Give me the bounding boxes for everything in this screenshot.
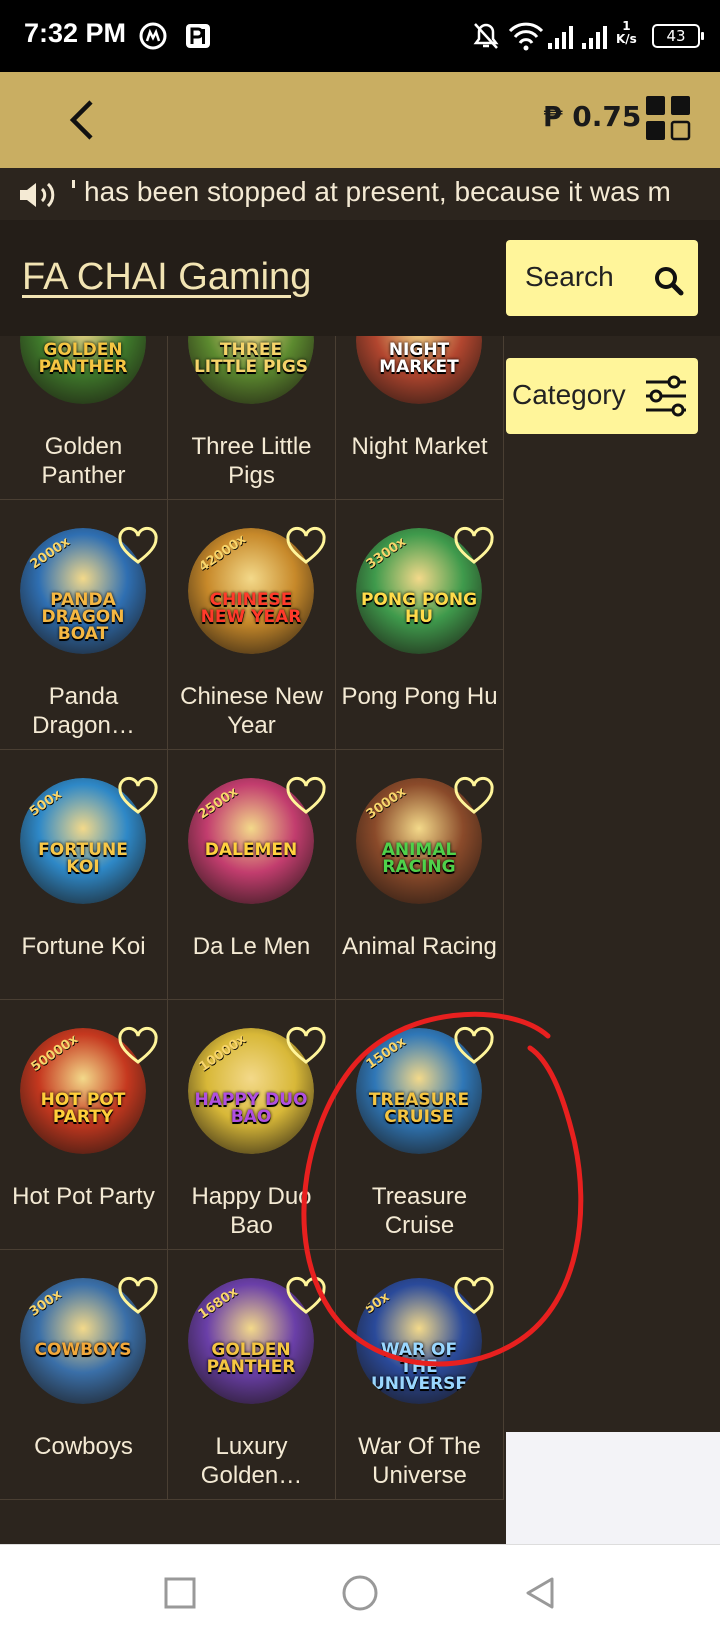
game-logo-text: NIGHT MARKET (379, 340, 459, 377)
game-title: Three Little Pigs (191, 433, 312, 489)
speed-unit: K/s (616, 32, 637, 46)
game-grid: 88x GOLDEN PANTHER Golden Panther 1000x … (0, 336, 506, 1544)
menu-grid-button[interactable] (644, 94, 692, 142)
right-panel (506, 336, 720, 1432)
wallet-balance: ₱ 0.75 (543, 100, 642, 133)
blank-area (506, 1432, 720, 1544)
game-logo-text: PONG PONG HU (360, 590, 478, 627)
game-title: Animal Racing (342, 933, 497, 960)
game-tile[interactable]: 300x COWBOYS Cowboys (0, 1250, 168, 1500)
game-logo-text: PANDA DRAGON BOAT (41, 590, 125, 644)
heart-icon[interactable] (284, 1026, 328, 1066)
game-title: Night Market (351, 433, 488, 460)
game-logo-text: COWBOYS (34, 1340, 132, 1360)
search-icon (654, 266, 684, 301)
game-logo-text: HOT POT PARTY (40, 1090, 126, 1127)
game-title: Hot Pot Party (12, 1183, 155, 1210)
game-title: Golden Panther (41, 433, 126, 489)
status-time: 7:32 PM (24, 18, 127, 48)
back-button[interactable] (54, 92, 110, 148)
game-title: Da Le Men (192, 933, 311, 960)
game-logo-text: GOLDEN PANTHER (38, 340, 128, 377)
game-tile[interactable]: 3000x ANIMAL RACING Animal Racing (336, 750, 504, 1000)
game-tile[interactable]: 50000x HOT POT PARTY Hot Pot Party (0, 1000, 168, 1250)
game-title: War Of The Universe (358, 1433, 481, 1489)
game-tile[interactable]: 42000x CHINESE NEW YEAR Chinese New Year (168, 500, 336, 750)
top-bar: ₱ 0.75 (0, 72, 720, 168)
game-title: Chinese New Year (180, 683, 323, 739)
home-button[interactable] (338, 1571, 382, 1615)
announcement-marquee: has been stopped at present, because it … (0, 168, 720, 220)
game-logo-text: CHINESE NEW YEAR (200, 590, 302, 627)
game-logo-text: WAR OF THE UNIVERSE (370, 1340, 468, 1394)
game-thumbnail[interactable]: 88x GOLDEN PANTHER (20, 336, 146, 404)
chevron-left-icon (69, 100, 93, 140)
game-tile[interactable]: 2000x PANDA DRAGON BOAT Panda Dragon… (0, 500, 168, 750)
game-title: Pong Pong Hu (341, 683, 498, 710)
battery-indicator: 43 (652, 24, 704, 48)
heart-icon[interactable] (284, 776, 328, 816)
system-nav-bar (0, 1544, 720, 1640)
game-tile[interactable]: 500x FORTUNE KOI Fortune Koi (0, 750, 168, 1000)
heart-icon[interactable] (284, 1276, 328, 1316)
heart-icon[interactable] (116, 526, 160, 566)
game-tile[interactable]: 1000x THREE LITTLE PIGS Three Little Pig… (168, 336, 336, 500)
heart-icon[interactable] (116, 1026, 160, 1066)
game-title: Luxury Golden… (200, 1433, 303, 1489)
wifi-icon (508, 20, 544, 52)
marquee-fragment (72, 180, 75, 188)
game-title: Panda Dragon… (32, 683, 135, 739)
signal-icon-1 (546, 20, 576, 52)
category-button[interactable]: Category (506, 358, 698, 434)
game-tile[interactable]: 2500x DALEMEN Da Le Men (168, 750, 336, 1000)
grid-icon (646, 96, 691, 141)
app-notification-icon (138, 20, 168, 52)
game-tile[interactable]: 3300x PONG PONG HU Pong Pong Hu (336, 500, 504, 750)
game-title: Cowboys (34, 1433, 133, 1460)
game-logo-text: GOLDEN PANTHER (206, 1340, 296, 1377)
heart-icon[interactable] (452, 526, 496, 566)
game-title: Treasure Cruise (371, 1183, 468, 1239)
game-logo-text: ANIMAL RACING (381, 840, 457, 877)
network-speed: 1 K/s (616, 20, 637, 46)
game-logo-text: TREASURE CRUISE (368, 1090, 470, 1127)
parking-notification-icon (184, 20, 212, 52)
game-tile[interactable]: 50x WAR OF THE UNIVERSE War Of The Unive… (336, 1250, 504, 1500)
status-bar: 7:32 PM 1 K/s 43 (0, 0, 720, 72)
game-title: Fortune Koi (21, 933, 146, 960)
category-button-label: Category (512, 379, 626, 410)
provider-name-link[interactable]: FA CHAI Gaming (22, 256, 311, 299)
search-button[interactable]: Search (506, 240, 698, 316)
game-tile[interactable]: 88x GOLDEN PANTHER Golden Panther (0, 336, 168, 500)
provider-bar: FA CHAI Gaming Search (0, 220, 720, 336)
game-tile[interactable]: 1500x NIGHT MARKET Night Market (336, 336, 504, 500)
game-tile[interactable]: 10000x HAPPY DUO BAO Happy Duo Bao (168, 1000, 336, 1250)
game-logo-text: THREE LITTLE PIGS (193, 340, 309, 377)
speaker-icon (18, 180, 60, 215)
heart-icon[interactable] (452, 1026, 496, 1066)
game-tile[interactable]: 1680x GOLDEN PANTHER Luxury Golden… (168, 1250, 336, 1500)
game-tile[interactable]: 1500x TREASURE CRUISE Treasure Cruise (336, 1000, 504, 1250)
recent-apps-button[interactable] (158, 1571, 202, 1615)
game-logo-text: FORTUNE KOI (38, 840, 128, 877)
heart-icon[interactable] (116, 776, 160, 816)
triangle-back-icon (526, 1577, 554, 1609)
heart-icon[interactable] (452, 776, 496, 816)
back-nav-button[interactable] (518, 1571, 562, 1615)
search-button-label: Search (525, 261, 614, 292)
game-logo-text: DALEMEN (204, 840, 298, 860)
heart-icon[interactable] (116, 1276, 160, 1316)
filter-sliders-icon (644, 374, 688, 423)
game-title: Happy Duo Bao (191, 1183, 312, 1239)
game-thumbnail[interactable]: 1500x NIGHT MARKET (356, 336, 482, 404)
heart-icon[interactable] (284, 526, 328, 566)
square-icon (164, 1577, 196, 1609)
mute-icon (472, 20, 500, 52)
heart-icon[interactable] (452, 1276, 496, 1316)
game-thumbnail[interactable]: 1000x THREE LITTLE PIGS (188, 336, 314, 404)
signal-icon-2 (580, 20, 610, 52)
circle-icon (342, 1575, 378, 1611)
announcement-text: has been stopped at present, because it … (84, 176, 671, 207)
game-logo-text: HAPPY DUO BAO (194, 1090, 308, 1127)
